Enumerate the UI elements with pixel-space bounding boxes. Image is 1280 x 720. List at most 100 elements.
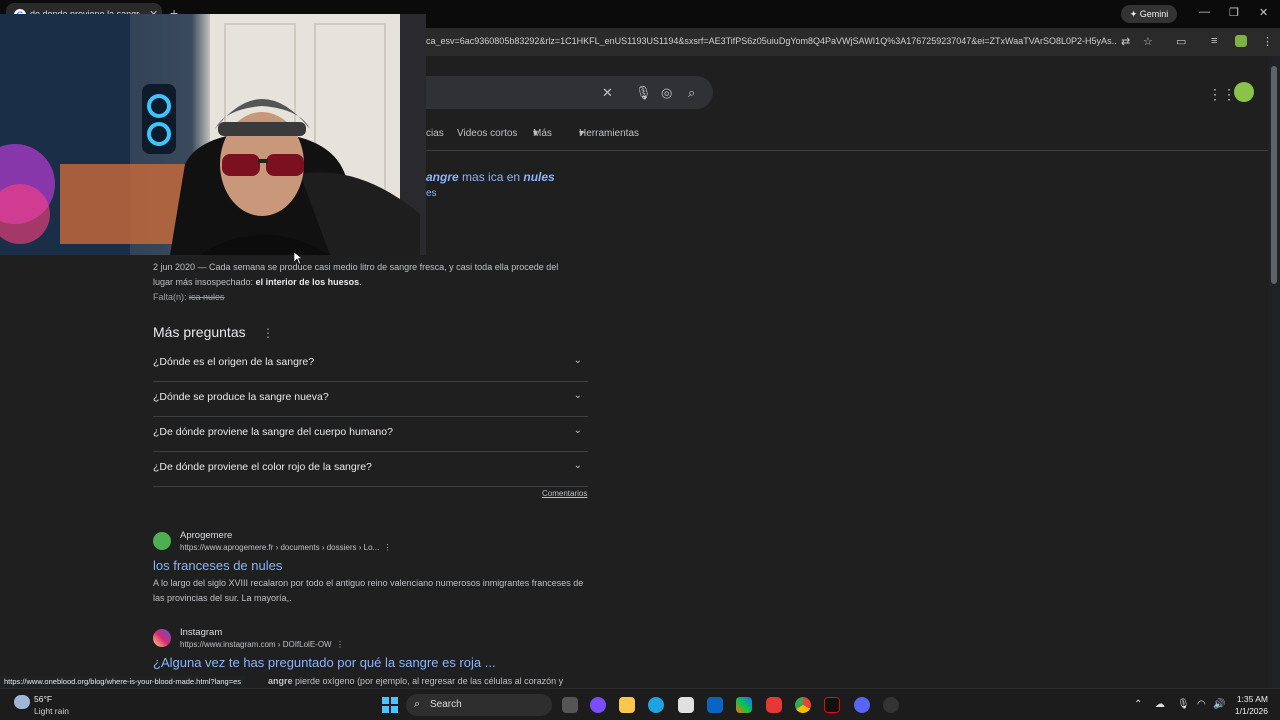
top-snippet-part1: angre bbox=[426, 170, 459, 184]
more-options-icon[interactable]: ⋮ bbox=[262, 326, 274, 340]
instagram-icon[interactable] bbox=[153, 629, 171, 647]
netflix-icon[interactable] bbox=[824, 697, 840, 713]
webcam-image bbox=[0, 14, 426, 255]
clock-date[interactable]: 1/1/2026 bbox=[1222, 706, 1268, 716]
clock-time[interactable]: 1:35 AM bbox=[1228, 694, 1268, 704]
question-item[interactable]: ¿Dónde es el origen de la sangre? ⌄ bbox=[153, 347, 588, 382]
feedback-link[interactable]: Comentarios bbox=[542, 489, 587, 498]
chevron-down-icon: ⌄ bbox=[573, 425, 582, 436]
paint-icon[interactable] bbox=[736, 697, 752, 713]
reading-list-icon[interactable]: ≡ bbox=[1211, 35, 1217, 47]
search-icon[interactable]: ⌕ bbox=[688, 85, 695, 101]
result-snippet: angre pierde oxígeno (por ejemplo, al re… bbox=[268, 676, 563, 686]
tab-videos-cortos[interactable]: Videos cortos bbox=[457, 128, 517, 139]
question-text: ¿Dónde es el origen de la sangre? bbox=[153, 356, 315, 368]
result-url-text: https://www.instagram.com › DOIfLolE-OW bbox=[180, 640, 332, 649]
tab-herramientas[interactable]: Herramientas ▾ bbox=[579, 128, 639, 139]
weather-icon[interactable] bbox=[14, 695, 30, 709]
bookmark-star-icon[interactable]: ☆ bbox=[1143, 35, 1153, 48]
result-url-text: https://www.aprogemere.fr › documents › … bbox=[180, 543, 380, 552]
result-site-url[interactable]: https://www.instagram.com › DOIfLolE-OW … bbox=[180, 640, 344, 649]
result-site-url[interactable]: https://www.aprogemere.fr › documents › … bbox=[180, 543, 392, 552]
tab-herramientas-label: Herramientas bbox=[579, 128, 640, 139]
lens-icon[interactable]: ◎ bbox=[661, 85, 672, 101]
address-bar-url[interactable]: ca_esv=6ac9360805b83292&rlz=1C1HKFL_enUS… bbox=[426, 36, 1116, 46]
microphone-tray-icon[interactable]: 🎙 bbox=[1177, 699, 1190, 710]
missing-terms: Falta(n): ica nules bbox=[153, 292, 225, 302]
cast-icon[interactable]: ▭ bbox=[1176, 35, 1186, 48]
result-date: 2 jun 2020 bbox=[153, 262, 196, 272]
chevron-down-icon: ⌄ bbox=[573, 355, 582, 366]
chatgpt-icon[interactable] bbox=[883, 697, 899, 713]
question-text: ¿De dónde proviene la sangre del cuerpo … bbox=[153, 426, 393, 438]
microphone-icon[interactable]: 🎙 bbox=[635, 85, 652, 101]
taskbar-search[interactable]: ⌕ Search bbox=[406, 694, 552, 716]
result-site-name[interactable]: Instagram bbox=[180, 627, 222, 638]
aprogemere-site-icon[interactable] bbox=[153, 532, 171, 550]
result-snippet-line2: lugar más insospechado: el interior de l… bbox=[153, 277, 362, 287]
tab-noticias[interactable]: cias bbox=[426, 128, 444, 139]
maximize-icon[interactable]: ❐ bbox=[1229, 6, 1239, 19]
edge-icon[interactable] bbox=[648, 697, 664, 713]
copilot-icon[interactable] bbox=[590, 697, 606, 713]
taskbar-search-label: Search bbox=[430, 699, 462, 710]
top-snippet-part3: nules bbox=[523, 170, 555, 184]
weather-temperature[interactable]: 56°F bbox=[34, 694, 52, 704]
chrome-icon[interactable] bbox=[795, 697, 811, 713]
result-text-line1: — Cada semana se produce casi medio litr… bbox=[195, 262, 559, 272]
translate-icon[interactable]: ⇄ bbox=[1121, 35, 1130, 48]
chevron-down-icon: ⌄ bbox=[573, 390, 582, 401]
scrollbar-thumb[interactable] bbox=[1271, 66, 1277, 284]
result-snippet-rest: pierde oxígeno (por ejemplo, al regresar… bbox=[292, 676, 564, 686]
question-item[interactable]: ¿Dónde se produce la sangre nueva? ⌄ bbox=[153, 382, 588, 417]
discord-icon[interactable] bbox=[854, 697, 870, 713]
tab-mas[interactable]: Más ▾ bbox=[533, 128, 552, 139]
task-view-icon[interactable] bbox=[562, 697, 578, 713]
result-text-line2-bold: el interior de los huesos bbox=[255, 277, 360, 287]
top-snippet-line2: es bbox=[426, 188, 437, 199]
gemini-button[interactable]: ✦ Gemini bbox=[1121, 5, 1177, 23]
menu-icon[interactable]: ⋮ bbox=[1262, 35, 1273, 48]
weather-description[interactable]: Light rain bbox=[34, 706, 69, 716]
result-title-link[interactable]: los franceses de nules bbox=[153, 558, 282, 573]
youtube-icon[interactable] bbox=[766, 697, 782, 713]
extension-icon[interactable] bbox=[1235, 35, 1247, 47]
gemini-label: Gemini bbox=[1139, 9, 1169, 19]
result-snippet-bold: angre bbox=[268, 676, 293, 686]
mouse-cursor-icon bbox=[294, 252, 302, 264]
result-site-name[interactable]: Aprogemere bbox=[180, 530, 232, 541]
wifi-icon[interactable]: ◠ bbox=[1197, 699, 1206, 710]
status-bar-url: https://www.oneblood.org/blog/where-is-y… bbox=[0, 676, 246, 688]
account-avatar[interactable] bbox=[1234, 82, 1254, 102]
chevron-down-icon: ⌄ bbox=[573, 460, 582, 471]
windows-start-icon[interactable] bbox=[382, 697, 398, 713]
minimize-icon[interactable]: — bbox=[1199, 6, 1210, 18]
onedrive-icon[interactable]: ☁ bbox=[1155, 699, 1165, 710]
clear-search-icon[interactable]: ✕ bbox=[602, 85, 613, 101]
outlook-icon[interactable] bbox=[707, 697, 723, 713]
more-questions-title: Más preguntas bbox=[153, 324, 246, 340]
page-scrollbar[interactable] bbox=[1268, 56, 1280, 688]
file-explorer-icon[interactable] bbox=[619, 697, 635, 713]
question-item[interactable]: ¿De dónde proviene la sangre del cuerpo … bbox=[153, 417, 588, 452]
search-icon: ⌕ bbox=[414, 698, 421, 710]
result-snippet-line1: 2 jun 2020 — Cada semana se produce casi… bbox=[153, 262, 558, 272]
show-hidden-icons-icon[interactable]: ⌃ bbox=[1134, 699, 1142, 710]
windows-taskbar: 56°F Light rain ⌕ Search ⌃ ☁ 🎙 ◠ 🔊 1:35 … bbox=[0, 688, 1280, 720]
missing-label: Falta(n): bbox=[153, 292, 190, 302]
result-text-line2-suffix: . bbox=[359, 277, 362, 287]
question-text: ¿De dónde proviene el color rojo de la s… bbox=[153, 461, 372, 473]
top-snippet-part2: mas ica en bbox=[458, 170, 524, 184]
missing-terms-list[interactable]: ica nules bbox=[189, 292, 225, 302]
top-snippet[interactable]: angre mas ica en nules bbox=[426, 170, 555, 184]
result-title-link[interactable]: ¿Alguna vez te has preguntado por qué la… bbox=[153, 655, 496, 670]
search-box[interactable]: ✕ 🎙 ◎ ⌕ bbox=[426, 76, 713, 109]
question-text: ¿Dónde se produce la sangre nueva? bbox=[153, 391, 329, 403]
result-snippet: A lo largo del siglo XVIII recalaron por… bbox=[153, 578, 584, 603]
tab-mas-label: Más bbox=[533, 128, 552, 139]
result-text-line2-prefix: lugar más insospechado: bbox=[153, 277, 256, 287]
store-icon[interactable] bbox=[678, 697, 694, 713]
webcam-overlay bbox=[0, 14, 426, 255]
close-window-icon[interactable]: ✕ bbox=[1259, 6, 1268, 19]
question-item[interactable]: ¿De dónde proviene el color rojo de la s… bbox=[153, 452, 588, 487]
